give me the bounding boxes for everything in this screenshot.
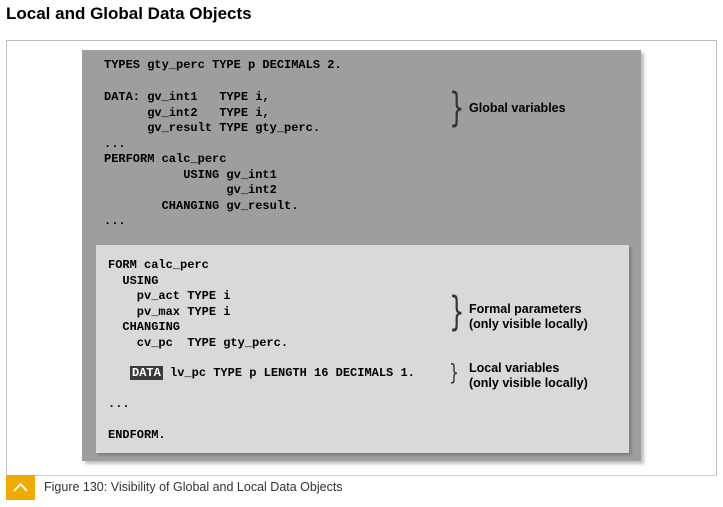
global-variables-brace-icon: } — [449, 85, 465, 131]
caption-toggle[interactable] — [6, 475, 35, 500]
chevron-up-icon — [13, 482, 28, 492]
code-line-types: TYPES gty_perc TYPE p DECIMALS 2. — [104, 58, 342, 72]
page-title: Local and Global Data Objects — [6, 4, 252, 23]
local-variables-brace-icon: } — [449, 361, 459, 386]
code-line-local-data: DATA lv_pc TYPE p LENGTH 16 DECIMALS 1. — [130, 366, 415, 382]
code-line-ellipsis-2: ... — [104, 214, 126, 228]
code-line-form: FORM calc_perc — [108, 258, 209, 272]
local-data-declaration: lv_pc TYPE p LENGTH 16 DECIMALS 1. — [162, 366, 415, 380]
formal-parameters-brace-icon: } — [449, 289, 465, 335]
code-line-cv-pc: cv_pc TYPE gty_perc. — [108, 335, 289, 350]
code-line-ellipsis-3: ... — [108, 397, 130, 411]
code-line-perform: PERFORM calc_perc — [104, 152, 227, 166]
local-variables-label: Local variables (only visible locally) — [469, 361, 588, 390]
code-line-using: USING gv_int1 — [104, 167, 277, 182]
code-line-ellipsis-1: ... — [104, 136, 126, 151]
formal-parameters-label: Formal parameters (only visible locally) — [469, 302, 588, 331]
global-variables-label: Global variables — [469, 101, 566, 115]
code-line-data-1: DATA: gv_int1 TYPE i, — [104, 90, 270, 104]
code-line-data-3: gv_result TYPE gty_perc. — [104, 121, 321, 135]
code-line-pv-act: pv_act TYPE i — [108, 289, 231, 303]
code-line-endform: ENDFORM. — [108, 428, 166, 442]
code-line-form-using: USING — [108, 273, 159, 288]
data-keyword-highlight: DATA — [130, 366, 163, 380]
code-line-data-2: gv_int2 TYPE i, — [104, 105, 270, 120]
code-line-pv-max: pv_max TYPE i — [108, 304, 231, 319]
code-line-changing: CHANGING gv_result. — [104, 198, 299, 213]
code-line-form-changing: CHANGING — [108, 320, 181, 334]
code-line-using-2: gv_int2 — [104, 183, 277, 197]
figure-caption: Figure 130: Visibility of Global and Loc… — [44, 480, 343, 494]
